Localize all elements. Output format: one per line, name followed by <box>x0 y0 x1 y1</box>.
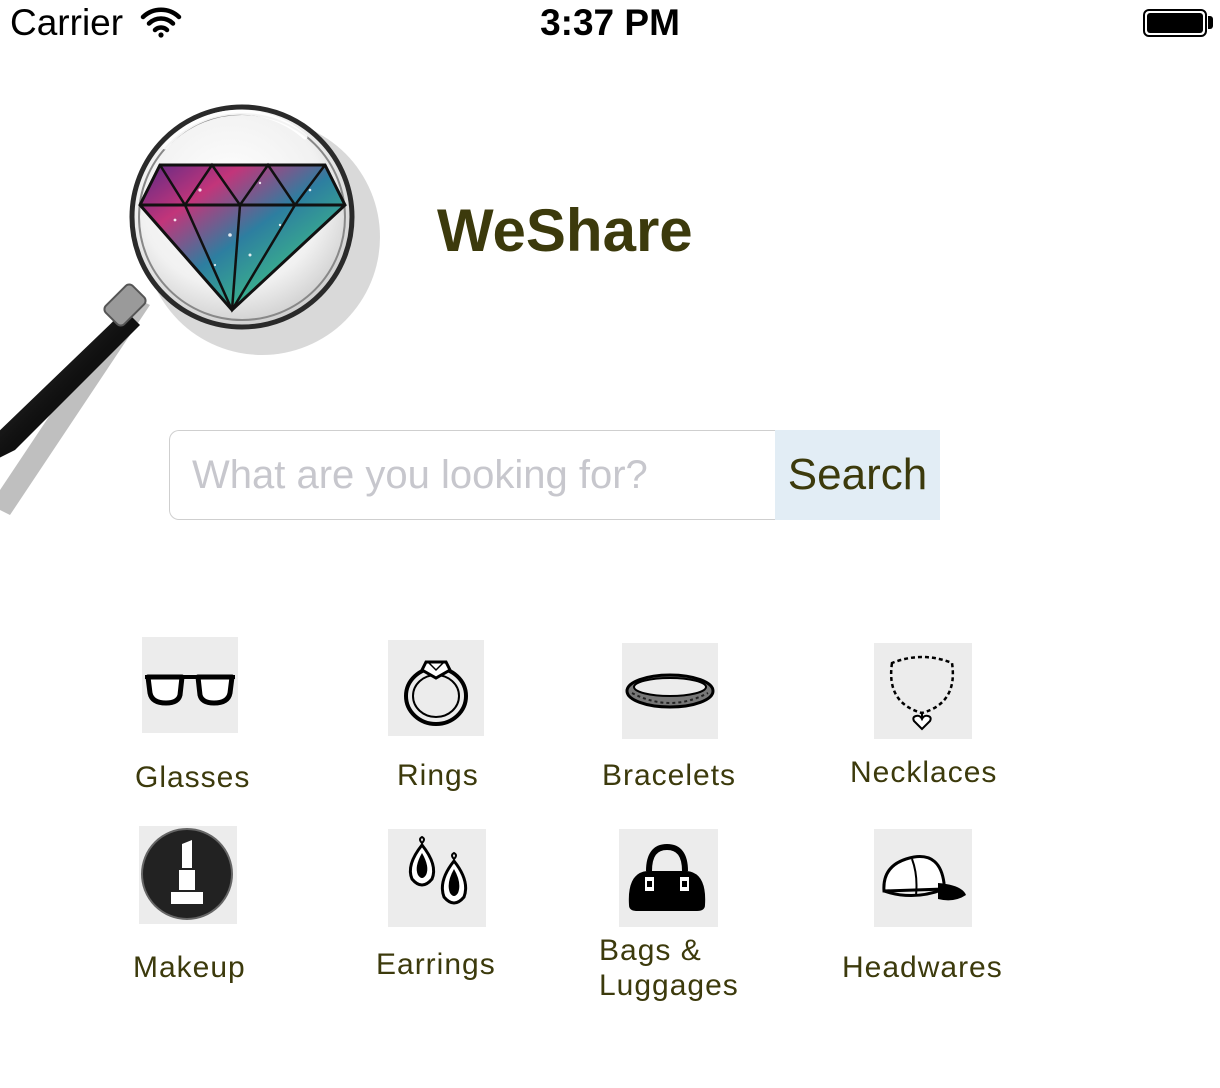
search-input[interactable] <box>169 430 777 520</box>
category-label: Headwares <box>842 951 1003 984</box>
category-label: Rings <box>397 759 479 792</box>
ring-icon <box>388 640 484 736</box>
battery-icon <box>1143 9 1207 37</box>
necklace-icon <box>874 643 972 739</box>
status-time: 3:37 PM <box>540 2 680 43</box>
category-label: Earrings <box>376 948 496 981</box>
category-label: Bracelets <box>602 759 737 792</box>
cap-icon <box>874 829 972 927</box>
lipstick-icon <box>139 826 237 924</box>
handbag-icon <box>619 829 718 927</box>
status-bar: Carrier 3:37 PM <box>0 0 1220 50</box>
category-label: Bags & Luggages <box>599 934 739 1002</box>
category-label: Makeup <box>133 951 246 984</box>
category-label: Necklaces <box>850 756 998 789</box>
app-title: WeShare <box>437 197 693 264</box>
glasses-icon <box>142 637 238 733</box>
bracelet-icon <box>622 643 718 739</box>
earrings-icon <box>388 829 486 927</box>
battery-cap <box>1208 16 1213 29</box>
category-label: Glasses <box>135 761 251 794</box>
search-button[interactable]: Search <box>775 430 940 520</box>
